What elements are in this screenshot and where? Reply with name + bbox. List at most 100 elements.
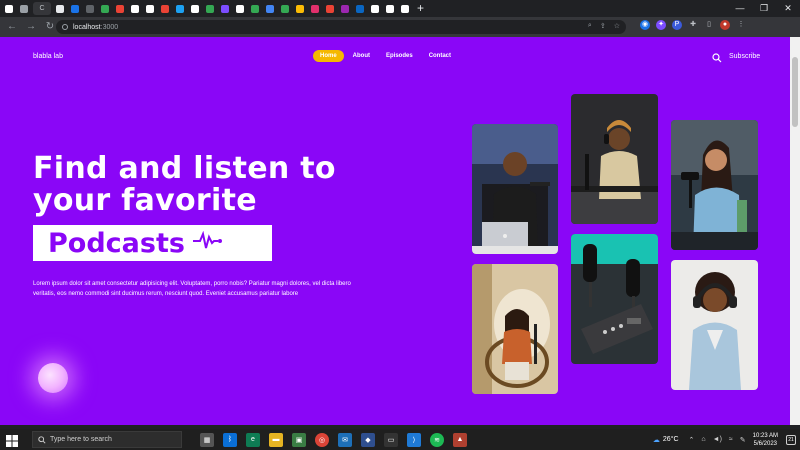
bluetooth-app-icon[interactable]: ᛒ <box>223 432 237 447</box>
browser-tab[interactable] <box>384 2 396 15</box>
tab-favicon-icon <box>371 4 379 13</box>
scrollbar-thumb[interactable] <box>792 57 798 127</box>
chrome-browser-icon[interactable]: ◎ <box>315 432 329 447</box>
nav-contact[interactable]: Contact <box>422 50 458 62</box>
forward-icon[interactable]: → <box>24 20 38 34</box>
taskbar-search[interactable]: Type here to search <box>32 431 182 448</box>
extensions-puzzle-icon[interactable]: ✚ <box>688 20 698 30</box>
brand-logo[interactable]: blabla lab <box>33 53 63 60</box>
browser-tab[interactable] <box>294 2 306 15</box>
browser-tab[interactable] <box>159 2 171 15</box>
page-scrollbar[interactable] <box>790 37 800 425</box>
file-explorer-icon[interactable]: ▬ <box>269 432 283 447</box>
menu-dots-icon[interactable]: ⋮ <box>736 20 746 30</box>
browser-tab[interactable] <box>219 2 231 15</box>
weather-widget[interactable]: ☁ 26°C <box>653 436 679 444</box>
store-app-icon[interactable]: ▣ <box>292 432 306 447</box>
tab-favicon-icon <box>5 4 13 13</box>
browser-tab[interactable] <box>354 2 366 15</box>
system-tray: ☁ 26°C ⌃ ⌂ ◄) ≈ ✎ 10:23 AM 5/6/2023 21 <box>653 429 800 450</box>
site-info-icon[interactable] <box>62 24 68 30</box>
browser-tab[interactable] <box>189 2 201 15</box>
chevron-up-icon[interactable]: ⌃ <box>689 436 695 444</box>
extension-icon[interactable]: ◉ <box>640 20 650 30</box>
browser-tab[interactable] <box>84 2 96 15</box>
profile-avatar[interactable]: ● <box>720 20 730 30</box>
minimize-icon[interactable]: — <box>728 0 752 17</box>
browser-tab-active[interactable]: C <box>33 2 51 15</box>
tab-favicon-icon <box>20 4 28 13</box>
browser-tab[interactable] <box>339 2 351 15</box>
tab-favicon-icon <box>251 4 259 13</box>
browser-tab[interactable] <box>129 2 141 15</box>
subscribe-link[interactable]: Subscribe <box>729 53 760 60</box>
weather-temperature: 26°C <box>662 436 679 443</box>
browser-tab[interactable] <box>144 2 156 15</box>
browser-tab[interactable] <box>369 2 381 15</box>
tab-favicon-icon <box>281 4 289 13</box>
browser-tab[interactable] <box>234 2 246 15</box>
browser-tab[interactable] <box>174 2 186 15</box>
tab-favicon-icon <box>176 4 184 13</box>
cloud-icon: ☁ <box>652 436 660 444</box>
tab-favicon-icon <box>221 4 229 13</box>
browser-tab[interactable] <box>264 2 276 15</box>
taskbar-clock[interactable]: 10:23 AM 5/6/2023 <box>753 432 778 448</box>
reload-icon[interactable]: ↻ <box>43 20 57 34</box>
nav-episodes[interactable]: Episodes <box>379 50 420 62</box>
address-url[interactable]: localhost:3000 <box>73 24 118 31</box>
browser-tab[interactable] <box>279 2 291 15</box>
terminal-app-icon[interactable]: ▭ <box>384 432 398 447</box>
sidebar-icon[interactable]: ▯ <box>704 20 714 30</box>
photo-woman-chair <box>472 264 558 394</box>
pen-icon[interactable]: ✎ <box>740 436 746 444</box>
tab-favicon-icon <box>311 4 319 13</box>
address-bar[interactable]: localhost:3000 ⌕ ⇪ ☆ <box>56 20 626 34</box>
browser-tab[interactable] <box>114 2 126 15</box>
browser-tab[interactable] <box>18 2 30 15</box>
nav-about[interactable]: About <box>346 50 377 62</box>
notifications-icon[interactable]: 21 <box>786 434 796 445</box>
clock-time: 10:23 AM <box>752 432 778 439</box>
windows-start-icon[interactable] <box>6 434 18 447</box>
taskbar-search-placeholder: Type here to search <box>50 436 112 443</box>
browser-tab[interactable] <box>399 2 411 15</box>
wifi-icon[interactable]: ≈ <box>729 436 733 443</box>
edge-browser-icon[interactable]: e <box>246 432 260 447</box>
extension-icon[interactable]: ✦ <box>656 20 666 30</box>
close-icon[interactable]: ✕ <box>776 0 800 17</box>
zoom-icon[interactable]: ⌕ <box>588 22 592 30</box>
back-icon[interactable]: ← <box>5 20 19 34</box>
tab-favicon-icon <box>71 4 79 13</box>
bookmark-star-icon[interactable]: ☆ <box>614 22 620 30</box>
photo-mixer-equipment <box>571 234 658 364</box>
task-view-icon[interactable]: ▦ <box>200 432 214 447</box>
extension-icon[interactable]: P <box>672 20 682 30</box>
new-tab-button[interactable]: + <box>417 2 424 15</box>
app-icon[interactable]: ◆ <box>361 432 375 447</box>
photo-woman-headphones <box>571 94 658 224</box>
tab-favicon-icon <box>356 4 364 13</box>
network-icon[interactable]: ⌂ <box>701 436 705 443</box>
app-icon[interactable]: ▲ <box>453 432 467 447</box>
browser-tab[interactable] <box>3 2 15 15</box>
tab-favicon-icon <box>86 4 94 13</box>
tab-favicon-icon <box>341 4 349 13</box>
tab-favicon-icon <box>191 4 199 13</box>
browser-tab[interactable] <box>249 2 261 15</box>
browser-tab[interactable] <box>324 2 336 15</box>
spotify-app-icon[interactable]: ≋ <box>430 432 444 447</box>
restore-icon[interactable]: ❐ <box>752 0 776 17</box>
hero-title-line2: your favorite <box>33 183 257 218</box>
vscode-app-icon[interactable]: ⟩ <box>407 432 421 447</box>
browser-tab[interactable] <box>99 2 111 15</box>
search-icon[interactable] <box>712 50 722 68</box>
browser-tab[interactable] <box>54 2 66 15</box>
browser-tab[interactable] <box>204 2 216 15</box>
volume-icon[interactable]: ◄) <box>713 436 722 443</box>
mail-app-icon[interactable]: ✉ <box>338 432 352 447</box>
nav-home[interactable]: Home <box>313 50 344 62</box>
browser-tab[interactable] <box>309 2 321 15</box>
browser-tab[interactable] <box>69 2 81 15</box>
share-icon[interactable]: ⇪ <box>600 22 606 30</box>
